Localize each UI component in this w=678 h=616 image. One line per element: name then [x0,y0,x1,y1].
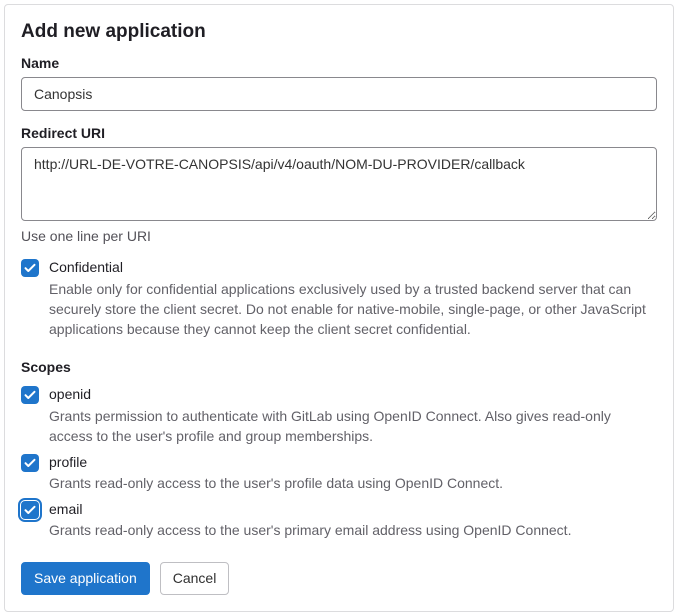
check-icon [24,262,36,274]
scope-checkbox-profile[interactable] [21,454,39,472]
scope-desc: Grants read-only access to the user's pr… [49,473,657,493]
confidential-label: Confidential [49,258,657,278]
scope-label: email [49,500,657,520]
check-icon [24,457,36,469]
scope-label: openid [49,385,657,405]
scopes-list: openid Grants permission to authenticate… [21,385,657,540]
check-icon [24,389,36,401]
name-group: Name [21,55,657,111]
confidential-body: Confidential Enable only for confidentia… [49,258,657,339]
confidential-desc: Enable only for confidential application… [49,279,657,340]
redirect-help: Use one line per URI [21,228,657,244]
scopes-label: Scopes [21,359,657,375]
scope-row-profile: profile Grants read-only access to the u… [21,453,657,494]
scope-row-email: email Grants read-only access to the use… [21,500,657,541]
confidential-row: Confidential Enable only for confidentia… [21,258,657,339]
add-application-panel: Add new application Name Redirect URI ht… [4,4,674,612]
name-label: Name [21,55,657,71]
confidential-checkbox[interactable] [21,259,39,277]
redirect-group: Redirect URI http://URL-DE-VOTRE-CANOPSI… [21,125,657,244]
scope-checkbox-openid[interactable] [21,386,39,404]
redirect-label: Redirect URI [21,125,657,141]
scope-checkbox-email[interactable] [21,501,39,519]
scope-desc: Grants read-only access to the user's pr… [49,520,657,540]
check-icon [24,504,36,516]
page-title: Add new application [21,21,657,43]
name-input[interactable] [21,77,657,111]
save-button[interactable]: Save application [21,562,150,595]
redirect-input[interactable]: http://URL-DE-VOTRE-CANOPSIS/api/v4/oaut… [21,147,657,221]
scope-desc: Grants permission to authenticate with G… [49,406,657,447]
cancel-button[interactable]: Cancel [160,562,230,595]
scope-row-openid: openid Grants permission to authenticate… [21,385,657,446]
form-actions: Save application Cancel [21,562,657,595]
scope-label: profile [49,453,657,473]
